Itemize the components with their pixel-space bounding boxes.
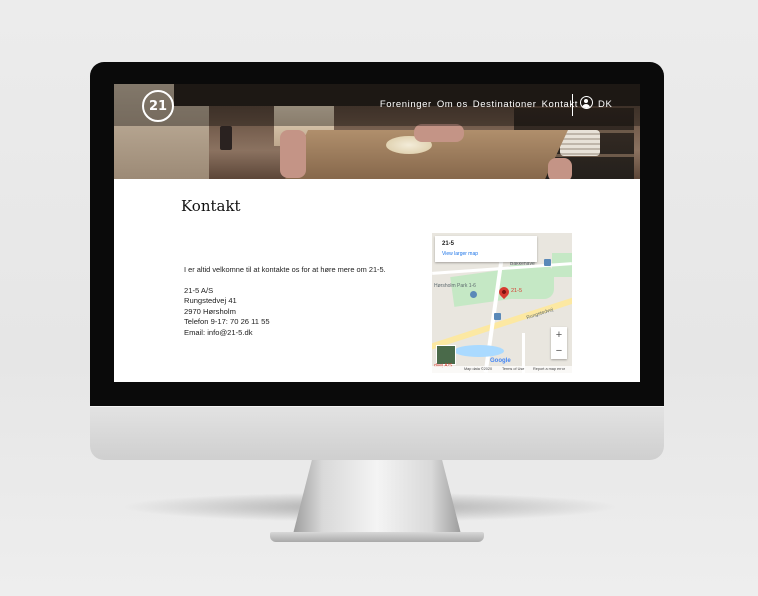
user-icon-head [584,99,588,103]
map-card-title: 21-5 [442,241,455,247]
nav-item-foreninger[interactable]: Foreninger [380,99,432,110]
map-info-card: 21-5 View larger map [435,236,537,262]
map-zoom-controls: + − [551,327,567,359]
google-map[interactable]: Hørsholm Park 1-6 Rungstedvej Bakkehave … [432,233,572,373]
monitor-chin [90,406,664,460]
nav-item-om-os[interactable]: Om os [437,99,468,110]
page-title: Kontakt [181,197,241,215]
hero-chair [548,158,572,179]
intro-text: I er altid velkomne til at kontakte os f… [184,265,386,274]
map-poi-icon [470,291,477,298]
email-address[interactable]: Email: info@21-5.dk [184,328,270,338]
main-nav: Foreninger Om os Destinationer Kontakt [380,99,578,110]
map-pin-label: 21-5 [511,288,523,294]
company-name: 21-5 A/S [184,286,214,295]
map-data-text: Map data ©2020 [464,367,493,371]
nav-divider [572,94,573,116]
language-switch[interactable]: DK [598,99,612,110]
map-transit-icon [494,313,501,320]
zoom-in-button[interactable]: + [551,327,567,343]
terms-link[interactable]: Terms of Use [502,367,524,371]
hero-chair [414,124,464,142]
nav-item-destinationer[interactable]: Destinationer [473,99,537,110]
monitor-stand-base [270,532,484,542]
map-transit-icon [544,259,551,266]
phone-number: Telefon 9-17: 70 26 11 55 [184,317,270,327]
google-logo: Google [490,358,511,364]
contact-address: 21-5 A/S Rungstedvej 41 2970 Hørsholm Te… [184,286,270,338]
hero-chair [280,130,306,178]
monitor-stand [292,458,462,538]
postal-city: 2970 Hørsholm [184,306,236,316]
user-icon[interactable] [580,96,593,109]
website-screen: 21 Foreninger Om os Destinationer Kontak… [114,84,640,382]
satellite-toggle[interactable] [436,345,456,365]
hero-banner: 21 Foreninger Om os Destinationer Kontak… [114,84,640,179]
map-water [454,345,504,357]
map-park-label: Hørsholm Park 1-6 [434,283,476,289]
street-address: Rungstedvej 41 [184,296,237,306]
hero-lamp [220,126,232,150]
site-logo[interactable]: 21 [142,90,174,122]
report-error-link[interactable]: Report a map error [533,367,565,371]
map-attribution: Map data ©2020 Terms of Use Report a map… [432,366,572,373]
user-icon-body [582,104,590,108]
view-larger-map-link[interactable]: View larger map [442,251,478,257]
zoom-out-button[interactable]: − [551,343,567,359]
